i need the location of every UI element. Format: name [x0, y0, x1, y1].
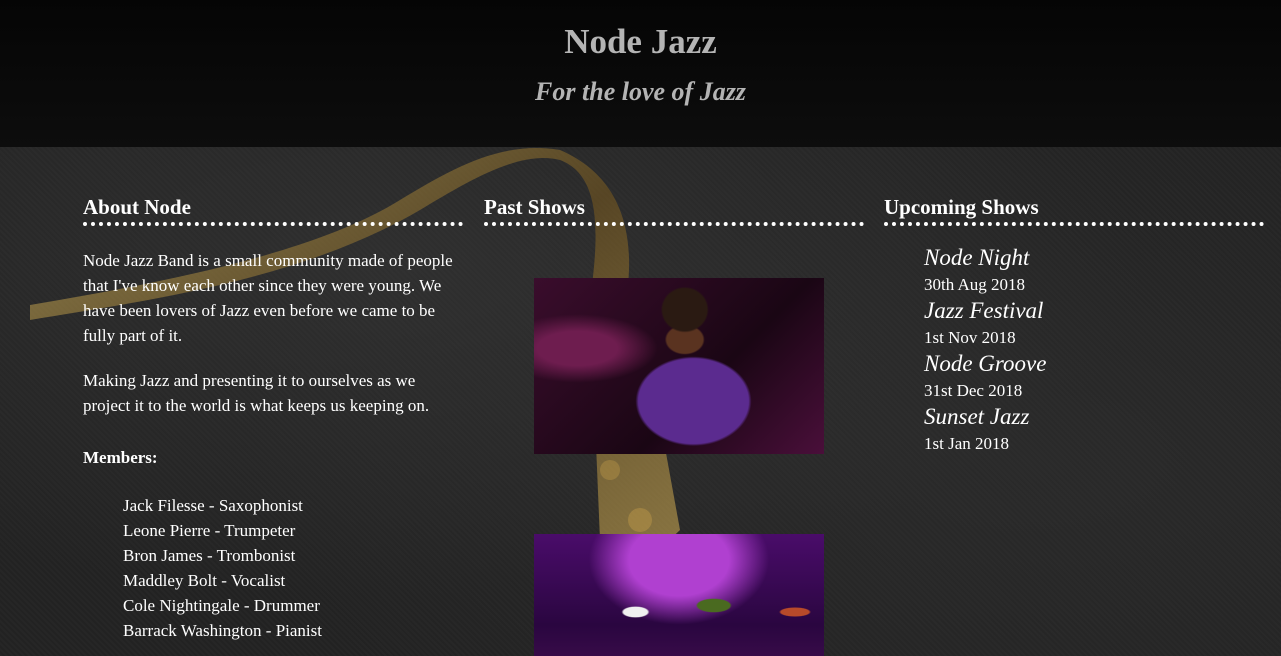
- site-tagline: For the love of Jazz: [535, 77, 746, 106]
- past-show-photo-band: [534, 534, 824, 656]
- past-shows-heading: Past Shows: [484, 194, 864, 226]
- site-title: Node Jazz: [564, 22, 717, 61]
- show-date: 31st Dec 2018: [924, 381, 1023, 400]
- upcoming-shows-list: Node Night 30th Aug 2018 Jazz Festival 1…: [924, 244, 1264, 456]
- members-label: Members:: [83, 448, 158, 467]
- about-paragraph-2: Making Jazz and presenting it to ourselv…: [83, 371, 430, 415]
- show-date: 1st Jan 2018: [924, 434, 1009, 453]
- show-name: Node Night: [924, 245, 1030, 270]
- about-section: About Node Node Jazz Band is a small com…: [83, 194, 463, 643]
- past-show-photo-saxophonist: [534, 278, 824, 454]
- show-name: Sunset Jazz: [924, 404, 1030, 429]
- members-list: Jack Filesse - Saxophonist Leone Pierre …: [123, 493, 463, 643]
- member-item: Leone Pierre - Trumpeter: [123, 521, 296, 540]
- member-item: Barrack Washington - Pianist: [123, 621, 322, 640]
- show-name: Jazz Festival: [924, 298, 1044, 323]
- member-item: Maddley Bolt - Vocalist: [123, 571, 286, 590]
- page: Node Jazz For the love of Jazz About Nod…: [0, 0, 1281, 656]
- show-name: Node Groove: [924, 351, 1047, 376]
- show-date: 30th Aug 2018: [924, 275, 1026, 294]
- member-item: Bron James - Trombonist: [123, 546, 296, 565]
- about-heading: About Node: [83, 194, 463, 226]
- upcoming-show-item: Node Groove 31st Dec 2018: [924, 350, 1264, 403]
- member-item: Cole Nightingale - Drummer: [123, 596, 320, 615]
- past-shows-section: Past Shows: [484, 194, 864, 656]
- member-item: Jack Filesse - Saxophonist: [123, 496, 303, 515]
- site-header: Node Jazz For the love of Jazz: [0, 0, 1281, 147]
- upcoming-show-item: Node Night 30th Aug 2018: [924, 244, 1264, 297]
- upcoming-shows-section: Upcoming Shows Node Night 30th Aug 2018 …: [884, 194, 1264, 456]
- upcoming-shows-heading: Upcoming Shows: [884, 194, 1264, 226]
- upcoming-show-item: Sunset Jazz 1st Jan 2018: [924, 403, 1264, 456]
- about-paragraph-1: Node Jazz Band is a small community made…: [83, 251, 453, 345]
- show-date: 1st Nov 2018: [924, 328, 1016, 347]
- upcoming-show-item: Jazz Festival 1st Nov 2018: [924, 297, 1264, 350]
